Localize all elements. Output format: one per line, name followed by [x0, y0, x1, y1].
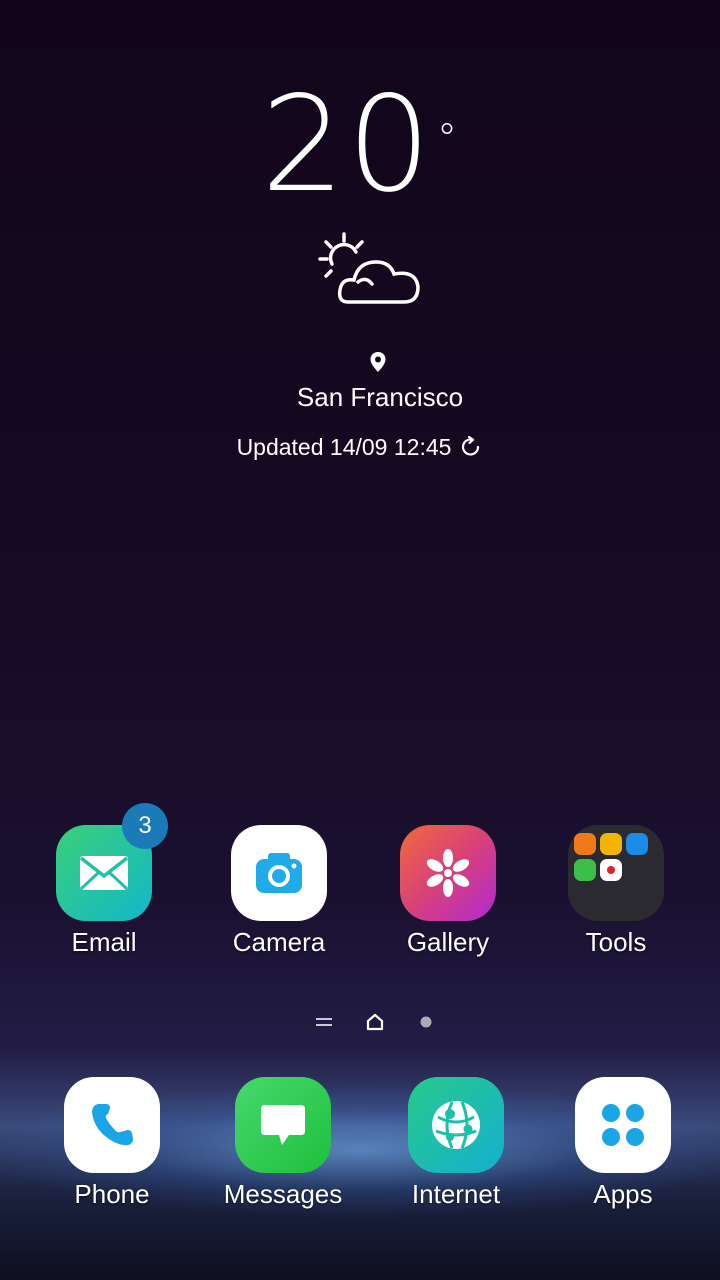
app-email[interactable]: 3 Email	[34, 803, 174, 958]
email-icon: 3	[56, 803, 168, 921]
folder-icon	[568, 825, 664, 921]
gallery-icon	[400, 825, 496, 921]
dock-internet[interactable]: Internet	[386, 1077, 526, 1210]
city-name[interactable]: San Francisco	[0, 382, 720, 413]
app-label: Gallery	[406, 927, 490, 957]
app-label: Apps	[593, 1179, 653, 1209]
page-dot-icon[interactable]	[420, 1016, 432, 1028]
camera-icon	[231, 825, 327, 921]
message-icon	[235, 1077, 331, 1173]
globe-icon	[408, 1077, 504, 1173]
updated-text: Updated 14/09 12:45	[236, 434, 452, 460]
mini-app-icon	[600, 833, 622, 855]
mini-app-icon	[626, 833, 648, 855]
location-pin-icon	[370, 352, 386, 372]
refresh-icon[interactable]	[459, 435, 483, 459]
app-label: Internet	[411, 1179, 501, 1209]
page-indicator[interactable]	[0, 1010, 720, 1036]
app-label: Email	[71, 927, 137, 957]
app-label: Phone	[74, 1179, 150, 1209]
app-camera[interactable]: Camera	[209, 825, 349, 958]
unread-badge: 3	[122, 803, 168, 849]
mini-app-icon	[600, 859, 622, 881]
mini-app-icon	[574, 833, 596, 855]
dock-messages[interactable]: Messages	[213, 1077, 353, 1210]
apps-grid-icon	[575, 1077, 671, 1173]
menu-lines-icon[interactable]	[315, 1015, 333, 1029]
app-gallery[interactable]: Gallery	[378, 825, 518, 958]
partly-cloudy-icon	[318, 232, 420, 304]
app-label: Messages	[223, 1179, 343, 1209]
app-label: Camera	[232, 927, 326, 957]
update-status: Updated 14/09 12:45	[0, 434, 720, 461]
app-label: Tools	[585, 927, 647, 957]
phone-icon	[64, 1077, 160, 1173]
dock-apps[interactable]: Apps	[553, 1077, 693, 1210]
temperature-display[interactable]: 20 °	[0, 70, 720, 220]
degree-symbol: °	[436, 116, 459, 162]
mini-app-icon	[574, 859, 596, 881]
app-folder-tools[interactable]: Tools	[546, 825, 686, 958]
temperature-value: 20	[261, 68, 433, 222]
dock-phone[interactable]: Phone	[42, 1077, 182, 1210]
home-icon[interactable]	[366, 1013, 384, 1031]
